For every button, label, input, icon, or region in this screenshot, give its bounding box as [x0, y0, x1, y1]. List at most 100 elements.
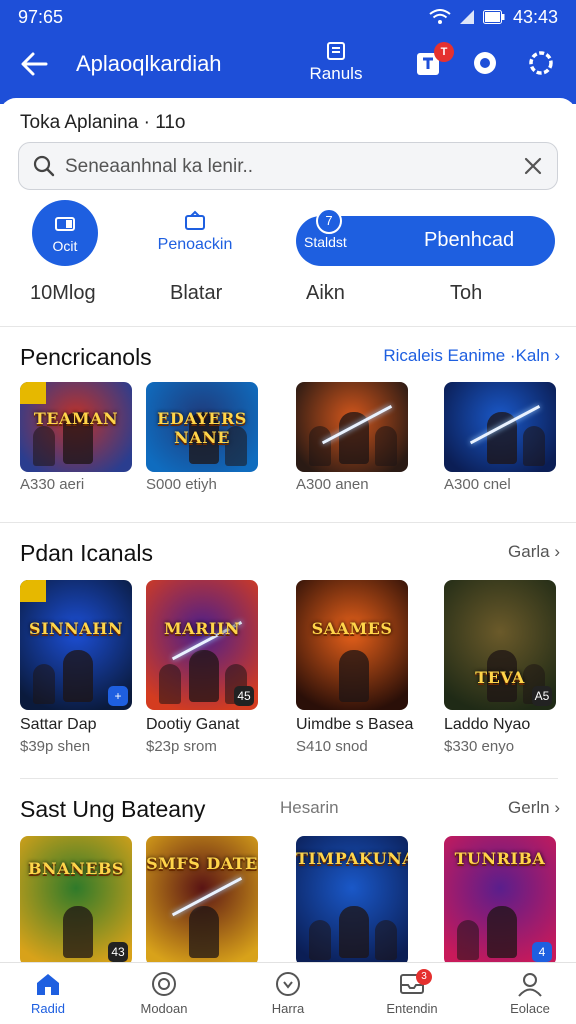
tab-ranuls-label: Ranuls [309, 64, 363, 83]
thumbnail-title: EDAYERS NANE [157, 409, 247, 447]
game-card[interactable]: SMFS DATE [146, 836, 258, 966]
search-input[interactable] [65, 151, 505, 183]
filter-item[interactable]: Blatar [170, 282, 222, 305]
record-icon[interactable] [470, 48, 500, 78]
filter-item[interactable]: 10Mlog [30, 282, 96, 305]
thumbnail-title: TUNRIBA [454, 849, 546, 868]
inbox-badge: 3 [416, 969, 432, 985]
corner-badge: 4 [532, 942, 552, 962]
quick-action-circle[interactable]: Ocit [32, 200, 98, 266]
heart-icon [276, 972, 300, 996]
nav-item-label: Entendin [386, 1001, 438, 1016]
quick-action-middle[interactable]: Penoackin [150, 210, 240, 254]
corner-badge: 45 [234, 686, 254, 706]
section-link-label: Garla [508, 542, 550, 561]
game-card[interactable]: A300 anen [296, 382, 408, 493]
nav-item-inbox[interactable]: Entendin [362, 971, 462, 1016]
section-title: Pdan Icanals [20, 540, 153, 566]
game-thumbnail [296, 382, 408, 472]
section-title: Sast Ung Bateany [20, 796, 206, 822]
status-clock: 43:43 [512, 6, 558, 27]
package-icon [185, 210, 205, 230]
quick-action-circle-label: Ocit [52, 238, 78, 254]
game-card[interactable]: SINNAHN + Sattar Dap $39p shen [20, 580, 132, 755]
quick-action-pill-left: Staldst [304, 234, 347, 250]
quick-action-middle-label: Penoackin [157, 236, 233, 253]
nav-item-home[interactable]: Radid [0, 971, 98, 1016]
pill-badge: 7 [316, 208, 342, 234]
section-header: Sast Ung Bateany Hesarin Gerln › [20, 796, 560, 826]
compass-icon [152, 972, 176, 996]
game-name: Laddo Nyao [444, 716, 531, 733]
divider [20, 778, 558, 779]
nav-item-label: Radid [31, 1001, 65, 1016]
filter-item[interactable]: Aikn [306, 282, 345, 305]
game-card[interactable]: BNANEBS 43 [20, 836, 132, 966]
game-card[interactable]: TEVA A5 Laddo Nyao $330 enyo [444, 580, 556, 755]
corner-tag [20, 580, 46, 602]
section-link[interactable]: Ricaleis Eanime ·Kaln › [383, 346, 560, 366]
card-icon [55, 217, 75, 231]
game-thumbnail: TUNRIBA 4 [444, 836, 556, 966]
home-icon [37, 974, 59, 995]
game-price: S000 etiyh [146, 476, 217, 493]
bottom-nav: Radid Modoan Harra Entendin 3 Eolace [0, 962, 576, 1024]
thumbnail-title: SAAMES [311, 619, 393, 638]
divider [0, 522, 576, 523]
game-card[interactable]: TIMPAKUNA [296, 836, 408, 966]
game-thumbnail: TEVA A5 [444, 580, 556, 710]
nav-item-profile[interactable]: Eolace [480, 971, 576, 1016]
game-thumbnail: TEAMAN [20, 382, 132, 472]
thumbnail-title: TEVA [475, 668, 525, 688]
section-subtitle: Hesarin [280, 798, 339, 817]
nav-item-label: Eolace [510, 1001, 550, 1016]
game-name: Dootiy Ganat [146, 716, 240, 733]
thumbnail-title: SINNAHN [29, 619, 123, 638]
settings-icon[interactable] [526, 48, 556, 78]
section-title: Pencricanols [20, 344, 152, 370]
corner-badge: 43 [108, 942, 128, 962]
search-icon [33, 155, 55, 177]
filter-item[interactable]: Toh [450, 282, 482, 305]
toolbar: Aplaoqlkardiah Ranuls T [0, 36, 576, 96]
quick-actions: Ocit Penoackin Staldst Pbenhcad [0, 198, 576, 270]
wifi-icon [429, 9, 451, 24]
game-price: $39p shen [20, 738, 91, 755]
game-thumbnail [444, 382, 556, 472]
cart-badge: T [434, 42, 454, 62]
game-thumbnail: SMFS DATE [146, 836, 258, 966]
nav-item-label: Modoan [140, 1001, 188, 1016]
close-icon[interactable] [523, 156, 543, 176]
app-header: 97:65 43:43 Aplaoqlkardiah Ranuls T [0, 0, 576, 104]
thumbnail-title: TEAMAN [33, 409, 119, 428]
corner-badge: + [108, 686, 128, 706]
game-card[interactable]: A300 cnel [444, 382, 556, 493]
signal-icon [459, 10, 474, 24]
corner-tag [20, 382, 46, 404]
thumbnail-title: BNANEBS [28, 859, 124, 879]
back-arrow-icon[interactable] [18, 48, 50, 80]
game-name: Uimdbe s Basea [296, 716, 414, 733]
filter-row: 10Mlog Blatar Aikn Toh [0, 282, 576, 312]
game-card[interactable]: MARIIN 45 Dootiy Ganat $23p srom [146, 580, 258, 755]
thumbnail-title: TIMPAKUNA [296, 849, 408, 868]
tab-ranuls[interactable]: Ranuls [300, 40, 372, 84]
game-thumbnail: SINNAHN + [20, 580, 132, 710]
app-screen: 97:65 43:43 Aplaoqlkardiah Ranuls T Toka… [0, 0, 576, 1024]
section-link[interactable]: Garla › [508, 542, 560, 562]
nav-item-label: Harra [271, 1001, 305, 1016]
divider [0, 326, 576, 327]
game-card[interactable]: SAAMES Uimdbe s Basea S410 snod [296, 580, 414, 755]
game-price: A330 aeri [20, 476, 85, 493]
thumbnail-title: MARIIN [163, 619, 240, 638]
section-link[interactable]: Gerln › [508, 798, 560, 818]
nav-item-favorites[interactable]: Harra [238, 971, 338, 1016]
section-header: Pencricanols Ricaleis Eanime ·Kaln › [20, 344, 560, 374]
game-card[interactable]: EDAYERS NANE S000 etiyh [146, 382, 258, 493]
game-card[interactable]: TEAMAN A330 aeri [20, 382, 132, 493]
game-card[interactable]: TUNRIBA 4 [444, 836, 556, 966]
thumbnail-title: SMFS DATE [146, 854, 258, 874]
nav-item-discover[interactable]: Modoan [114, 971, 214, 1016]
status-time: 97:65 [18, 6, 64, 27]
game-thumbnail: BNANEBS 43 [20, 836, 132, 966]
